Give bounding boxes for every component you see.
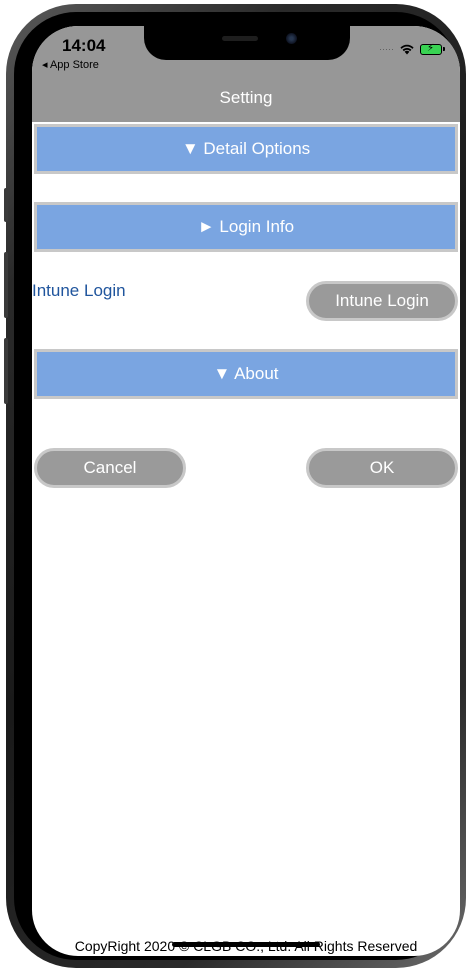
page-title: Setting (219, 88, 273, 107)
cellular-signal-icon: ····· (379, 44, 394, 54)
detail-options-section-toggle[interactable]: ▼ Detail Options (34, 124, 458, 174)
ok-button[interactable]: OK (306, 448, 458, 488)
volume-up-button (4, 252, 8, 318)
volume-down-button (4, 338, 8, 404)
login-info-section-toggle[interactable]: ► Login Info (34, 202, 458, 252)
status-indicators: ····· ⚡ (379, 43, 445, 55)
speaker-grille (222, 36, 258, 41)
intune-login-link[interactable]: Intune Login (32, 281, 126, 301)
battery-charging-icon: ⚡ (420, 43, 445, 55)
cancel-button[interactable]: Cancel (34, 448, 186, 488)
home-indicator[interactable] (172, 942, 320, 947)
front-camera (286, 33, 297, 44)
status-time: 14:04 (62, 36, 106, 55)
intune-login-button[interactable]: Intune Login (306, 281, 458, 321)
wifi-icon (399, 43, 415, 55)
notch (144, 26, 350, 60)
screen: 14:04 ◂ App Store ····· ⚡ Setting ▼ Deta… (32, 26, 460, 956)
mute-switch (4, 188, 8, 222)
back-to-app-store-link[interactable]: ◂ App Store (42, 58, 99, 71)
navigation-header: 14:04 ◂ App Store ····· ⚡ Setting (32, 26, 460, 122)
about-section-toggle[interactable]: ▼ About (34, 349, 458, 399)
